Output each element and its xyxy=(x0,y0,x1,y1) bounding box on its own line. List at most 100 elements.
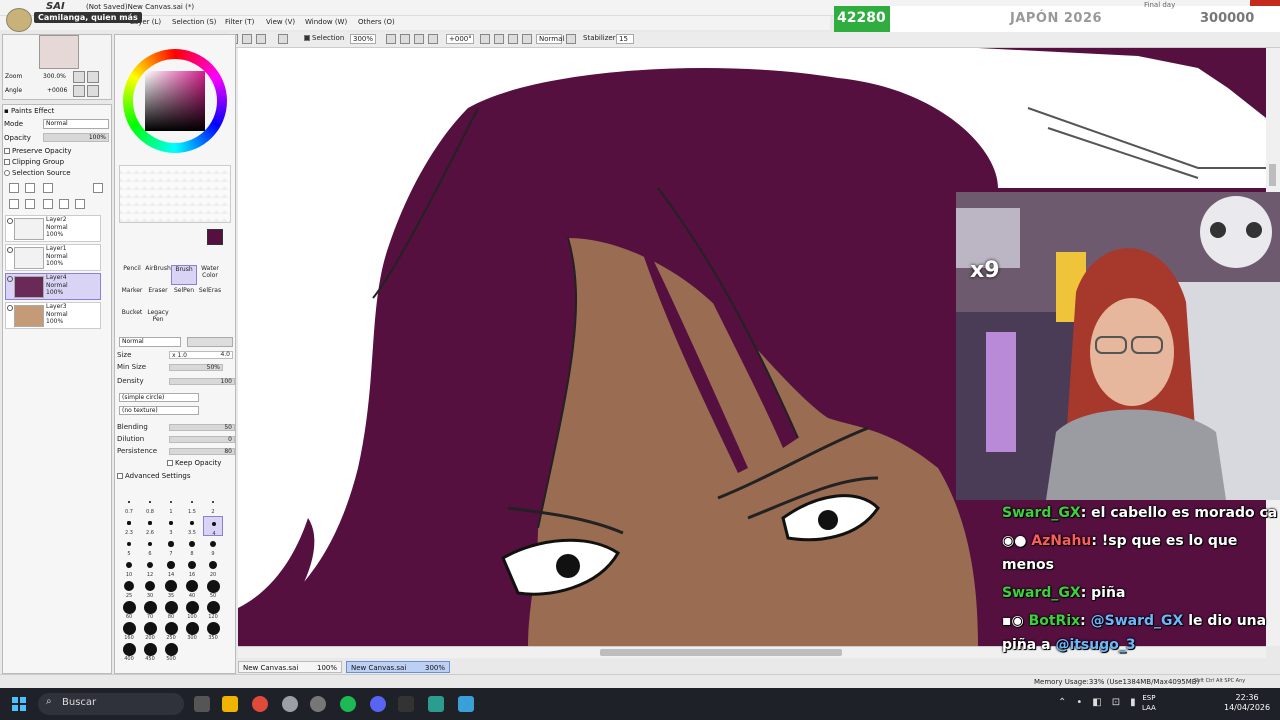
brush-size-preset[interactable]: 100 xyxy=(182,600,202,620)
file-explorer-icon[interactable] xyxy=(222,696,238,712)
new-linework-layer-icon[interactable] xyxy=(25,183,35,193)
current-color-swatch[interactable] xyxy=(207,229,223,245)
clock[interactable]: 22:36 14/04/2026 xyxy=(1224,693,1270,713)
delete-layer-icon[interactable] xyxy=(59,199,69,209)
brush-size-preset[interactable]: 0.7 xyxy=(119,495,139,515)
view-mode-select[interactable]: Normal xyxy=(536,34,564,44)
brush-size-preset[interactable]: 2.6 xyxy=(140,516,160,536)
tool-eraser[interactable]: Eraser xyxy=(145,287,171,307)
brush-size-preset[interactable]: 80 xyxy=(161,600,181,620)
nav-reset-icon[interactable] xyxy=(87,85,99,97)
brush-size-preset[interactable]: 16 xyxy=(182,558,202,578)
layer-options-icon[interactable] xyxy=(75,199,85,209)
menu-selection[interactable]: Selection (S) xyxy=(172,18,216,26)
visibility-eye-icon[interactable] xyxy=(7,247,13,253)
brush-size-preset[interactable]: 60 xyxy=(119,600,139,620)
brush-size-preset[interactable]: 8 xyxy=(182,537,202,557)
layer-row[interactable]: Layer3 Normal 100% xyxy=(5,302,101,329)
brush-size-preset[interactable]: 20 xyxy=(203,558,223,578)
chrome-icon[interactable] xyxy=(252,696,268,712)
brush-size-preset[interactable]: 120 xyxy=(203,600,223,620)
zoom-out-icon[interactable] xyxy=(386,34,396,44)
saturation-value-square[interactable] xyxy=(145,71,205,131)
visibility-eye-icon[interactable] xyxy=(7,218,13,224)
brush-size-preset[interactable]: 160 xyxy=(119,621,139,641)
tool-airbrush[interactable]: AirBrush xyxy=(145,265,171,285)
spotify-icon[interactable] xyxy=(340,696,356,712)
size-slider[interactable]: x 1.0 4.0 xyxy=(169,351,233,359)
discord-icon[interactable] xyxy=(370,696,386,712)
nav-zoom-out-icon[interactable] xyxy=(87,71,99,83)
selection-source-checkbox[interactable] xyxy=(4,170,10,176)
task-view-icon[interactable] xyxy=(194,696,210,712)
canvas-tab-active[interactable]: New Canvas.sai 300% xyxy=(346,661,450,673)
brush-size-preset[interactable]: 500 xyxy=(161,642,181,662)
rotate-reset-icon[interactable] xyxy=(508,34,518,44)
brush-size-preset[interactable]: 200 xyxy=(140,621,160,641)
density-slider[interactable]: 100 xyxy=(169,378,235,385)
tool-pencil[interactable]: Pencil xyxy=(119,265,145,285)
stabilizer-select[interactable]: 15 xyxy=(616,34,634,44)
color-swatches[interactable] xyxy=(119,165,231,223)
advanced-settings-checkbox[interactable] xyxy=(117,473,123,479)
brush-size-preset[interactable]: 4 xyxy=(203,516,223,537)
brush-size-preset[interactable]: 9 xyxy=(203,537,223,557)
layer-mode-select[interactable]: Normal xyxy=(43,119,109,129)
selection-checkbox[interactable] xyxy=(304,35,310,41)
brush-size-preset[interactable]: 7 xyxy=(161,537,181,557)
selection-toggle[interactable]: Selection xyxy=(304,34,344,42)
zoom-select[interactable]: 300% xyxy=(350,34,376,44)
navigator-preview[interactable] xyxy=(39,35,79,69)
settings-icon[interactable] xyxy=(282,696,298,712)
zoom-reset-icon[interactable] xyxy=(414,34,424,44)
obs-icon[interactable] xyxy=(398,696,414,712)
copy-layer-icon[interactable] xyxy=(9,199,19,209)
nav-rotate-icon[interactable] xyxy=(73,85,85,97)
taskbar-search[interactable]: ⌕ Buscar xyxy=(38,693,184,715)
brush-size-preset[interactable]: 2.3 xyxy=(119,516,139,536)
canvas-tab[interactable]: New Canvas.sai 100% xyxy=(238,661,342,673)
paints-effect-header[interactable]: ▪ Paints Effect xyxy=(4,107,54,115)
tool-selpen[interactable]: SelPen xyxy=(171,287,197,307)
tool-marker[interactable]: Marker xyxy=(119,287,145,307)
brush-tip-shapes[interactable] xyxy=(187,337,233,347)
zoom-in-icon[interactable] xyxy=(400,34,410,44)
brush-size-preset[interactable]: 3.5 xyxy=(182,516,202,536)
clipping-group-toggle[interactable]: Clipping Group xyxy=(4,158,64,166)
brush-size-preset[interactable]: 12 xyxy=(140,558,160,578)
keep-opacity-toggle[interactable]: Keep Opacity xyxy=(167,459,221,467)
zoom-fit-icon[interactable] xyxy=(428,34,438,44)
brush-size-preset[interactable]: 1 xyxy=(161,495,181,515)
brush-size-preset[interactable]: 0.8 xyxy=(140,495,160,515)
brush-shape-select[interactable]: (simple circle) xyxy=(119,393,199,402)
clipping-group-checkbox[interactable] xyxy=(4,159,10,165)
brush-size-preset[interactable]: 35 xyxy=(161,579,181,599)
color-wheel[interactable] xyxy=(123,49,227,153)
brush-size-preset[interactable]: 300 xyxy=(182,621,202,641)
flip-icon[interactable] xyxy=(522,34,532,44)
brush-size-preset[interactable]: 1.5 xyxy=(182,495,202,515)
clear-icon[interactable] xyxy=(278,34,288,44)
blending-slider[interactable]: 50 xyxy=(169,424,235,431)
vertical-scroll-thumb[interactable] xyxy=(1269,164,1276,186)
advanced-settings-toggle[interactable]: Advanced Settings xyxy=(117,472,191,480)
new-layer-icon[interactable] xyxy=(9,183,19,193)
tool-seleras[interactable]: SelEras xyxy=(197,287,223,307)
preserve-opacity-toggle[interactable]: Preserve Opacity xyxy=(4,147,72,155)
layer-row-selected[interactable]: Layer4 Normal 100% xyxy=(5,273,101,300)
brush-size-preset[interactable]: 2 xyxy=(203,495,223,515)
app-window-icon[interactable] xyxy=(458,696,474,712)
windows-start-icon[interactable] xyxy=(12,697,26,711)
menu-view[interactable]: View (V) xyxy=(266,18,295,26)
menu-window[interactable]: Window (W) xyxy=(305,18,347,26)
invert-icon[interactable] xyxy=(242,34,252,44)
brush-size-preset[interactable]: 14 xyxy=(161,558,181,578)
crop-icon[interactable] xyxy=(256,34,266,44)
clear-layer-icon[interactable] xyxy=(43,199,53,209)
layer-row[interactable]: Layer2 Normal 100% xyxy=(5,215,101,242)
new-folder-icon[interactable] xyxy=(43,183,53,193)
brush-size-preset[interactable]: 400 xyxy=(119,642,139,662)
sai-app-icon[interactable] xyxy=(428,696,444,712)
tool-bucket[interactable]: Bucket xyxy=(119,309,145,329)
visibility-eye-icon[interactable] xyxy=(7,276,13,282)
